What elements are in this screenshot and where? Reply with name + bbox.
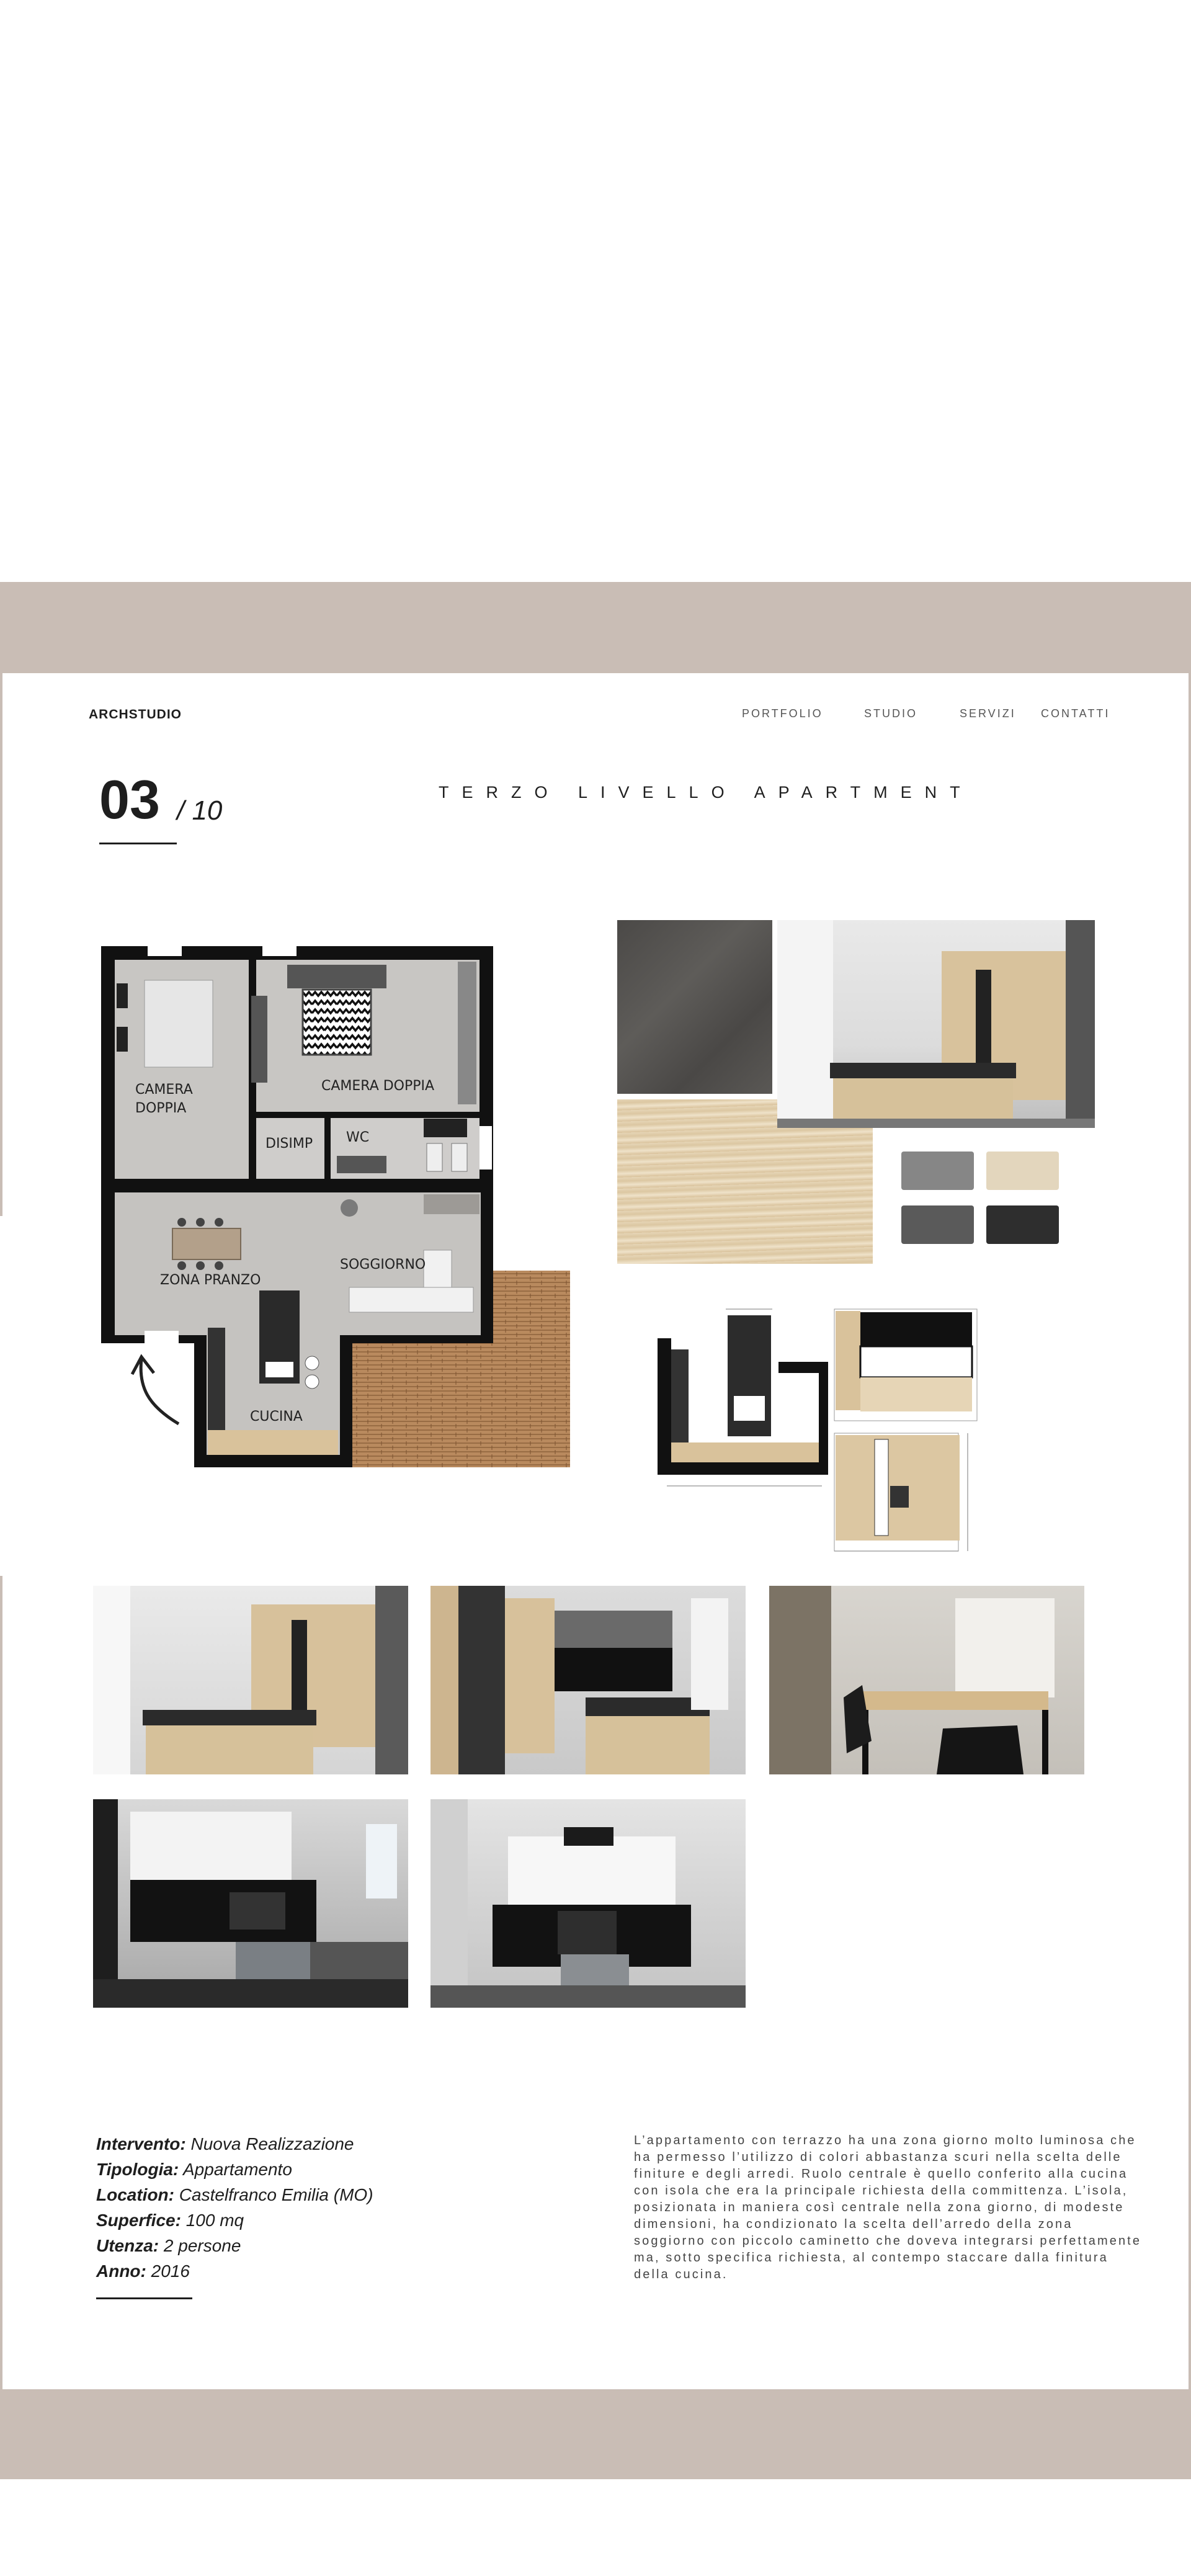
- svg-text:CAMERA DOPPIA: CAMERA DOPPIA: [321, 1078, 434, 1094]
- page-number: 03: [99, 769, 160, 830]
- info-anno: Anno: 2016: [96, 2261, 190, 2281]
- info-tipologia-value: Appartamento: [183, 2160, 292, 2179]
- info-utenza-label: Utenza:: [96, 2236, 159, 2255]
- svg-text:CAMERA: CAMERA: [135, 1082, 193, 1098]
- svg-text:CUCINA: CUCINA: [250, 1409, 303, 1424]
- info-utenza-value: 2 persone: [163, 2236, 241, 2255]
- info-anno-value: 2016: [151, 2261, 190, 2281]
- kitchen-technical-drawings: [654, 1300, 989, 1560]
- page-total: / 10: [177, 795, 223, 826]
- page-number-rule: [99, 843, 177, 844]
- info-tipologia: Tipologia: Appartamento: [96, 2160, 292, 2180]
- svg-text:SOGGIORNO: SOGGIORNO: [340, 1257, 426, 1272]
- right-frame-edge: [1189, 673, 1191, 2389]
- info-location-value: Castelfranco Emilia (MO): [179, 2185, 373, 2204]
- kitchen-render-thumbnail: [777, 920, 1095, 1128]
- nav-contatti[interactable]: CONTATTI: [1041, 707, 1110, 720]
- info-superfice-label: Superfice:: [96, 2211, 181, 2230]
- info-intervento-label: Intervento:: [96, 2134, 186, 2153]
- render-photo-living-fireplace: [93, 1799, 408, 2008]
- render-photo-kitchen-island: [93, 1586, 408, 1774]
- project-title: TERZO LIVELLO APARTMENT: [439, 783, 973, 802]
- info-rule: [96, 2297, 192, 2299]
- top-band: [0, 582, 1191, 673]
- info-location-label: Location:: [96, 2185, 174, 2204]
- info-location: Location: Castelfranco Emilia (MO): [96, 2185, 373, 2205]
- info-utenza: Utenza: 2 persone: [96, 2236, 241, 2256]
- svg-text:WC: WC: [346, 1130, 369, 1145]
- info-intervento-value: Nuova Realizzazione: [190, 2134, 354, 2153]
- brand-logo[interactable]: ARCHSTUDIO: [89, 707, 182, 722]
- render-photo-living-wall: [430, 1799, 746, 2008]
- color-swatch-beige: [986, 1152, 1059, 1190]
- color-swatch-grey: [901, 1152, 974, 1190]
- floor-plan: CAMERA DOPPIA CAMERA DOPPIA DISIMP WC ZO…: [101, 946, 573, 1470]
- svg-text:ZONA PRANZO: ZONA PRANZO: [160, 1272, 261, 1288]
- stone-material-sample: [617, 920, 772, 1094]
- color-swatch-dark-grey: [901, 1205, 974, 1244]
- info-superfice: Superfice: 100 mq: [96, 2211, 244, 2230]
- nav-servizi[interactable]: SERVIZI: [960, 707, 1016, 720]
- info-anno-label: Anno:: [96, 2261, 146, 2281]
- render-photo-kitchen-wall: [430, 1586, 746, 1774]
- left-frame-gap: [0, 1216, 2, 1576]
- bottom-band: [0, 2389, 1191, 2479]
- project-description: L’appartamento con terrazzo ha una zona …: [634, 2134, 1142, 2281]
- nav-studio[interactable]: STUDIO: [864, 707, 917, 720]
- nav-portfolio[interactable]: PORTFOLIO: [742, 707, 823, 720]
- info-superfice-value: 100 mq: [185, 2211, 244, 2230]
- svg-text:DISIMP: DISIMP: [265, 1136, 313, 1152]
- info-intervento: Intervento: Nuova Realizzazione: [96, 2134, 354, 2154]
- render-photo-dining: [769, 1586, 1084, 1774]
- color-swatch-charcoal: [986, 1205, 1059, 1244]
- info-tipologia-label: Tipologia:: [96, 2160, 179, 2179]
- svg-text:DOPPIA: DOPPIA: [135, 1101, 186, 1116]
